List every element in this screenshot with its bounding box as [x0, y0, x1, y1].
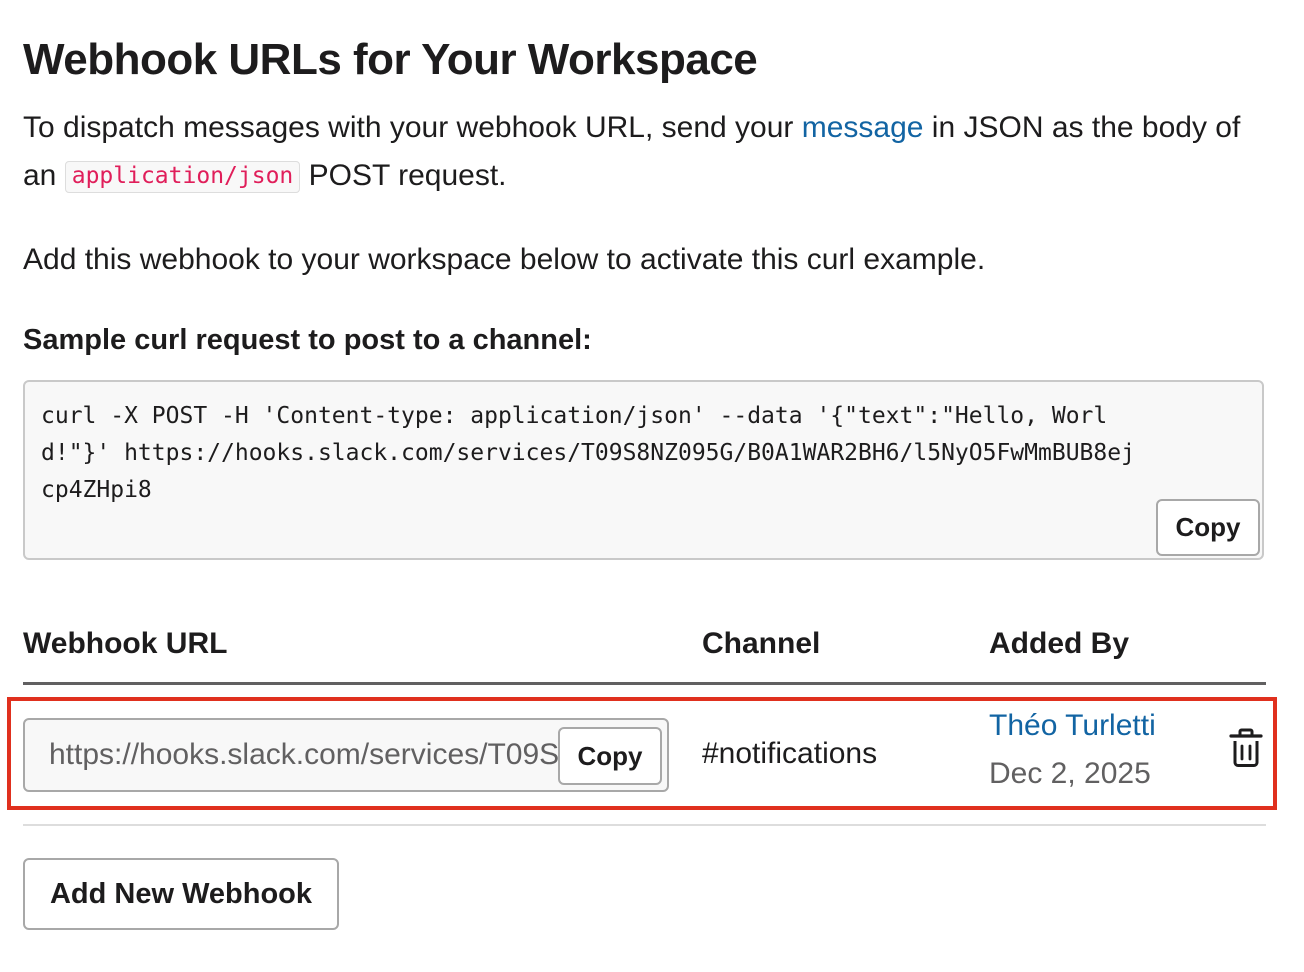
- content-type-code: application/json: [64, 161, 301, 193]
- activate-note: Add this webhook to your workspace below…: [23, 243, 986, 276]
- curl-command-text: curl -X POST -H 'Content-type: applicati…: [41, 403, 1135, 503]
- curl-code-block: curl -X POST -H 'Content-type: applicati…: [23, 380, 1264, 560]
- added-by-user-link[interactable]: Théo Turletti: [989, 704, 1156, 748]
- column-header-added-by: Added By: [989, 627, 1130, 660]
- column-header-webhook-url: Webhook URL: [23, 627, 228, 660]
- sample-curl-heading: Sample curl request to post to a channel…: [23, 324, 592, 356]
- table-row-divider: [23, 824, 1266, 826]
- added-date: Dec 2, 2025: [989, 757, 1151, 790]
- copy-curl-button[interactable]: Copy: [1156, 499, 1260, 556]
- message-link[interactable]: message: [802, 111, 924, 144]
- channel-cell: #notifications: [702, 737, 878, 770]
- copy-webhook-url-button[interactable]: Copy: [558, 727, 662, 785]
- trash-icon-graphic: [1229, 728, 1263, 767]
- column-header-channel: Channel: [702, 627, 821, 660]
- webhook-table-header: Webhook URL Channel Added By: [23, 618, 1266, 685]
- page-title: Webhook URLs for Your Workspace: [23, 35, 758, 84]
- trash-icon[interactable]: [1228, 728, 1264, 768]
- webhook-url-field: Copy: [23, 718, 669, 792]
- intro-text-3: POST request.: [300, 159, 507, 192]
- add-new-webhook-button[interactable]: Add New Webhook: [23, 858, 339, 930]
- intro-text-1: To dispatch messages with your webhook U…: [23, 111, 802, 144]
- webhook-url-input[interactable]: [27, 722, 559, 788]
- intro-paragraph: To dispatch messages with your webhook U…: [23, 104, 1266, 200]
